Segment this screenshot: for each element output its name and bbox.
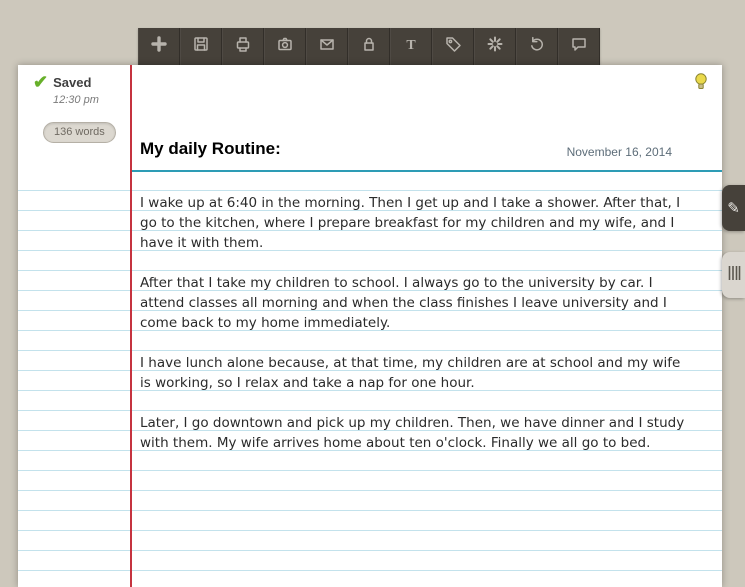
- email-entry-button[interactable]: [306, 28, 348, 65]
- text-format-button[interactable]: T: [390, 28, 432, 65]
- add-entry-button[interactable]: [138, 28, 180, 65]
- note-header: My daily Routine: November 16, 2014: [140, 139, 672, 159]
- toolbar: T: [138, 28, 600, 65]
- note-paragraph: I have lunch alone because, at that time…: [140, 355, 681, 391]
- note-date: November 16, 2014: [566, 145, 672, 159]
- svg-text:T: T: [406, 38, 416, 53]
- sync-button[interactable]: [474, 28, 516, 65]
- comment-icon: [569, 34, 589, 59]
- mail-icon: [317, 34, 337, 59]
- print-icon: [233, 34, 253, 59]
- note-paragraph: I wake up at 6:40 in the morning. Then I…: [140, 195, 681, 251]
- print-button[interactable]: [222, 28, 264, 65]
- insert-photo-button[interactable]: [264, 28, 306, 65]
- add-icon: [149, 34, 169, 59]
- tag-icon: [443, 34, 463, 59]
- journal-page: ✔ Saved 12:30 pm 136 words My daily Rout…: [18, 65, 722, 587]
- word-count-badge: 136 words: [43, 122, 116, 143]
- save-icon: [191, 34, 211, 59]
- undo-button[interactable]: [516, 28, 558, 65]
- pencil-icon: ✎: [727, 200, 740, 217]
- save-button[interactable]: [180, 28, 222, 65]
- red-margin-line: [130, 65, 132, 587]
- text-format-icon: T: [401, 34, 421, 59]
- lock-icon: [359, 34, 379, 59]
- undo-icon: [527, 34, 547, 59]
- saved-time: 12:30 pm: [53, 94, 99, 106]
- check-icon: ✔: [33, 72, 49, 92]
- save-status: ✔ Saved 12:30 pm 136 words: [33, 73, 128, 143]
- camera-icon: [275, 34, 295, 59]
- lock-entry-button[interactable]: [348, 28, 390, 65]
- tag-button[interactable]: [432, 28, 474, 65]
- note-body[interactable]: I wake up at 6:40 in the morning. Then I…: [140, 171, 688, 473]
- note-title[interactable]: My daily Routine:: [140, 139, 281, 159]
- comment-button[interactable]: [558, 28, 600, 65]
- stripes-icon: [727, 264, 741, 287]
- lightbulb-icon: [692, 73, 710, 97]
- edit-tools-tab[interactable]: ✎: [722, 185, 745, 231]
- paper-style-tab[interactable]: [722, 252, 745, 298]
- loading-icon: [485, 34, 505, 59]
- hint-button[interactable]: [692, 71, 710, 93]
- note-paragraph: Later, I go downtown and pick up my chil…: [140, 415, 685, 451]
- note-paragraph: After that I take my children to school.…: [140, 275, 667, 331]
- saved-label: Saved: [53, 74, 92, 90]
